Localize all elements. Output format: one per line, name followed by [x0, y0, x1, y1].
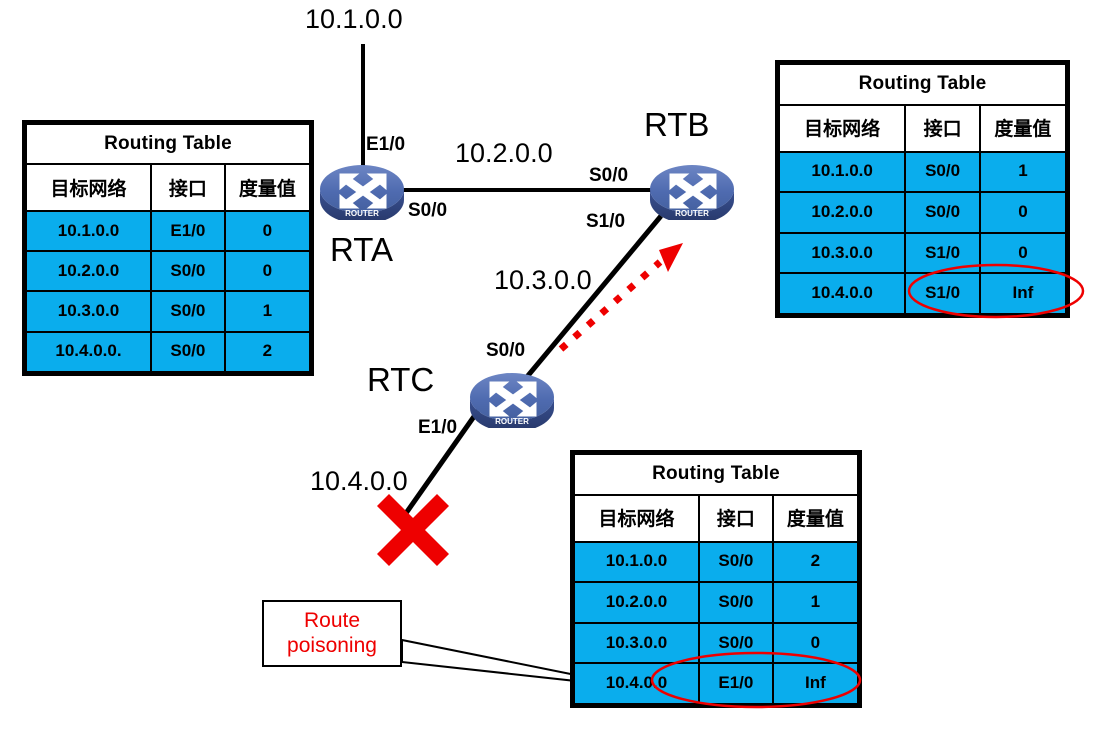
- cell-interface: S0/0: [697, 621, 774, 665]
- cell-destination: 10.3.0.0: [777, 231, 907, 275]
- column-header-metric: 度量值: [771, 493, 860, 543]
- cell-destination: 10.1.0.0: [25, 209, 152, 253]
- table-row: 10.2.0.0 S0/0 1: [573, 581, 860, 624]
- cell-interface: S0/0: [149, 330, 226, 374]
- cell-destination: 10.2.0.0: [25, 250, 152, 293]
- column-header-destination: 目标网络: [25, 163, 152, 212]
- column-header-metric: 度量值: [978, 103, 1068, 153]
- table-row-highlighted: 10.4.0.0 E1/0 Inf: [573, 662, 860, 705]
- cell-metric: 1: [223, 290, 312, 333]
- cell-metric: 1: [771, 581, 860, 624]
- router-node-rtb[interactable]: ROUTER: [648, 158, 736, 220]
- network-label-10-1-0-0: 10.1.0.0: [305, 4, 403, 34]
- cell-interface: S0/0: [697, 540, 774, 584]
- interface-label-rtc-s0-0: S0/0: [486, 340, 526, 361]
- table-row: 10.2.0.0 S0/0 0: [777, 191, 1068, 234]
- cell-metric: 1: [978, 150, 1068, 194]
- link-rtc-rtb: [524, 214, 663, 380]
- cell-metric: 0: [223, 209, 312, 253]
- cell-destination: 10.2.0.0: [573, 581, 700, 624]
- routing-table-title: Routing Table: [25, 122, 311, 166]
- cell-metric: 0: [223, 250, 312, 293]
- column-header-interface: 接口: [697, 493, 774, 543]
- column-header-interface: 接口: [149, 163, 226, 212]
- cell-interface: S0/0: [904, 191, 981, 234]
- router-node-rtc[interactable]: ROUTER: [468, 366, 556, 428]
- node-label-rtc: RTC: [367, 361, 435, 398]
- route-poisoning-callout-text: Route poisoning: [287, 609, 377, 657]
- interface-label-rta-s0-0: S0/0: [408, 200, 448, 221]
- table-row: 10.3.0.0 S0/0 1: [25, 290, 312, 333]
- routing-table-title: Routing Table: [573, 453, 859, 496]
- poison-update-arrow-icon: [558, 243, 683, 352]
- column-header-destination: 目标网络: [573, 493, 700, 543]
- cell-interface: S0/0: [149, 250, 226, 293]
- table-header-row: 目标网络 接口 度量值: [573, 493, 860, 543]
- table-header-row: 目标网络 接口 度量值: [777, 103, 1068, 153]
- table-row: 10.1.0.0 S0/0 1: [777, 150, 1068, 194]
- network-label-10-2-0-0: 10.2.0.0: [455, 138, 553, 168]
- interface-label-rtb-s0-0: S0/0: [589, 165, 629, 186]
- network-label-10-4-0-0: 10.4.0.0: [310, 466, 408, 496]
- cell-metric: 2: [223, 330, 312, 374]
- interface-label-rtc-e1-0: E1/0: [418, 417, 458, 438]
- table-title-row: Routing Table: [778, 63, 1067, 106]
- cell-destination: 10.4.0.0: [573, 662, 700, 705]
- cell-metric: 0: [771, 621, 860, 665]
- cell-destination: 10.4.0.0: [777, 272, 907, 315]
- router-icon: ROUTER: [650, 165, 734, 220]
- table-row-highlighted: 10.4.0.0 S1/0 Inf: [777, 272, 1068, 315]
- svg-text:ROUTER: ROUTER: [675, 209, 709, 218]
- route-poisoning-callout: Route poisoning: [262, 600, 402, 667]
- routing-table-rta: Routing Table 目标网络 接口 度量值 10.1.0.0 E1/0 …: [22, 120, 314, 376]
- cell-metric: 0: [978, 231, 1068, 275]
- table-title-row: Routing Table: [25, 122, 311, 166]
- red-x-icon: [376, 493, 450, 567]
- cell-interface: S1/0: [904, 231, 981, 275]
- cell-destination: 10.3.0.0: [25, 290, 152, 333]
- cell-destination: 10.2.0.0: [777, 191, 907, 234]
- diagram-canvas: ROUTER ROUTER ROUTER 10.1.0.0 10.2.0.0 1…: [0, 0, 1118, 735]
- table-title-row: Routing Table: [573, 453, 859, 496]
- interface-label-rta-e1-0: E1/0: [366, 134, 406, 155]
- cell-interface: S0/0: [697, 581, 774, 624]
- column-header-destination: 目标网络: [777, 103, 907, 153]
- cell-interface: S0/0: [904, 150, 981, 194]
- cell-metric: Inf: [978, 272, 1068, 315]
- cell-interface: S1/0: [904, 272, 981, 315]
- routing-table-rtb: Routing Table 目标网络 接口 度量值 10.1.0.0 S0/0 …: [775, 60, 1070, 318]
- cell-destination: 10.4.0.0.: [25, 330, 152, 374]
- table-row: 10.3.0.0 S0/0 0: [573, 621, 860, 665]
- cell-metric: 2: [771, 540, 860, 584]
- cell-destination: 10.1.0.0: [777, 150, 907, 194]
- cell-interface: E1/0: [149, 209, 226, 253]
- svg-text:ROUTER: ROUTER: [345, 209, 379, 218]
- table-row: 10.4.0.0. S0/0 2: [25, 330, 312, 374]
- cell-interface: E1/0: [697, 662, 774, 705]
- table-row: 10.1.0.0 S0/0 2: [573, 540, 860, 584]
- routing-table-title: Routing Table: [778, 63, 1067, 106]
- cell-metric: 0: [978, 191, 1068, 234]
- node-label-rtb: RTB: [644, 106, 710, 143]
- table-header-row: 目标网络 接口 度量值: [25, 163, 312, 212]
- interface-label-rtb-s1-0: S1/0: [586, 211, 626, 232]
- table-row: 10.3.0.0 S1/0 0: [777, 231, 1068, 275]
- table-row: 10.1.0.0 E1/0 0: [25, 209, 312, 253]
- network-label-10-3-0-0: 10.3.0.0: [494, 265, 592, 295]
- cell-destination: 10.1.0.0: [573, 540, 700, 584]
- routing-table-rtc: Routing Table 目标网络 接口 度量值 10.1.0.0 S0/0 …: [570, 450, 862, 708]
- router-icon: ROUTER: [470, 373, 554, 428]
- node-label-rta: RTA: [330, 231, 393, 268]
- column-header-metric: 度量值: [223, 163, 312, 212]
- table-row: 10.2.0.0 S0/0 0: [25, 250, 312, 293]
- router-node-rta[interactable]: ROUTER: [318, 158, 406, 220]
- svg-text:ROUTER: ROUTER: [495, 417, 529, 426]
- cell-interface: S0/0: [149, 290, 226, 333]
- column-header-interface: 接口: [904, 103, 981, 153]
- cell-destination: 10.3.0.0: [573, 621, 700, 665]
- cell-metric: Inf: [771, 662, 860, 705]
- router-icon: ROUTER: [320, 165, 404, 220]
